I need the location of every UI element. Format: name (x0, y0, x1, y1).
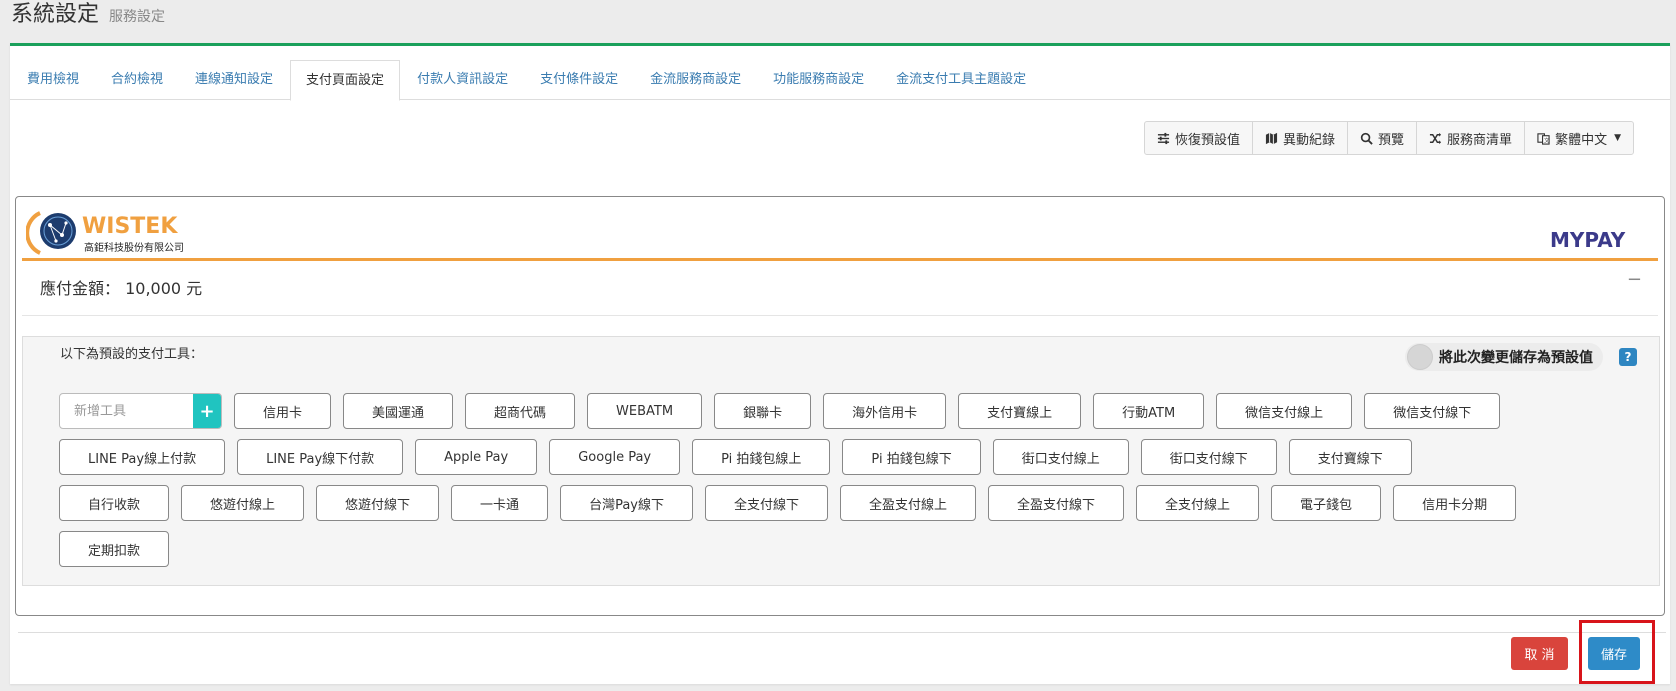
tool-chip[interactable]: 悠遊付線上 (181, 485, 305, 521)
amount-due: 應付金額： 10,000 元 (40, 275, 202, 299)
brand-name: WISTEK (82, 214, 178, 239)
restore-defaults-button[interactable]: 恢復預設值 (1145, 122, 1254, 154)
tool-row: 自行收款 悠遊付線上 悠遊付線下 一卡通 台灣Pay線下 全支付線下 全盈支付線… (59, 485, 1519, 521)
payment-tools-panel: 以下為預設的支付工具： 將此次變更儲存為預設值 ? + 信用卡 美國運通 超商代… (22, 336, 1660, 586)
tool-chip[interactable]: LINE Pay線上付款 (59, 439, 226, 475)
change-history-button[interactable]: 異動紀錄 (1253, 122, 1349, 154)
page-subtitle: 服務設定 (109, 9, 166, 25)
tool-chip[interactable]: 台灣Pay線下 (560, 485, 693, 521)
svg-text:文: 文 (1544, 136, 1550, 144)
tab-contract-view[interactable]: 合約檢視 (96, 60, 178, 100)
tool-chip[interactable]: 美國運通 (343, 393, 454, 429)
tool-chip[interactable]: 全盈支付線下 (988, 485, 1125, 521)
tool-chip[interactable]: 信用卡分期 (1393, 485, 1517, 521)
tool-chip[interactable]: 支付寶線上 (958, 393, 1082, 429)
tab-function-providers[interactable]: 功能服務商設定 (758, 60, 879, 100)
language-label: 繁體中文 (1555, 132, 1608, 148)
tool-chip[interactable]: 一卡通 (451, 485, 549, 521)
action-toolbar: 恢復預設值 異動紀錄 預覽 服務商清單 文 繁體中文 ▼ (1144, 121, 1634, 155)
map-icon (1265, 132, 1278, 144)
tool-chip[interactable]: 自行收款 (59, 485, 170, 521)
collapse-icon[interactable]: − (1627, 269, 1642, 290)
brand-bar: WISTEK 高鉅科技股份有限公司 MYPAY (22, 203, 1658, 261)
add-tool-button[interactable]: + (193, 394, 221, 428)
divider (22, 315, 1658, 316)
settings-panel: 費用檢視 合約檢視 連線通知設定 支付頁面設定 付款人資訊設定 支付條件設定 金… (10, 43, 1670, 684)
tool-chip[interactable]: 海外信用卡 (823, 393, 947, 429)
save-button[interactable]: 儲存 (1588, 637, 1640, 670)
tool-chip[interactable]: 定期扣款 (59, 531, 170, 567)
search-icon (1360, 132, 1373, 145)
mypay-logo: MYPAY (1550, 228, 1626, 252)
tool-chip[interactable]: 信用卡 (234, 393, 332, 429)
amount-label: 應付金額： (40, 279, 121, 298)
tab-notification-settings[interactable]: 連線通知設定 (180, 60, 288, 100)
tab-payment-page-settings[interactable]: 支付頁面設定 (290, 60, 401, 101)
provider-list-button[interactable]: 服務商清單 (1417, 122, 1526, 154)
tool-chip[interactable]: Google Pay (549, 439, 681, 475)
tab-fee-view[interactable]: 費用檢視 (12, 60, 94, 100)
translate-icon: 文 (1537, 132, 1550, 144)
cancel-button[interactable]: 取 消 (1511, 637, 1568, 670)
sliders-icon (1157, 132, 1170, 144)
tool-chip[interactable]: 支付寶線下 (1288, 439, 1412, 475)
shuffle-icon (1429, 132, 1442, 144)
tab-payment-tool-theme[interactable]: 金流支付工具主題設定 (881, 60, 1041, 100)
default-tools-label: 以下為預設的支付工具： (60, 347, 204, 362)
tool-chip[interactable]: 電子錢包 (1271, 485, 1382, 521)
language-dropdown[interactable]: 文 繁體中文 ▼ (1525, 122, 1633, 154)
tool-chip[interactable]: 行動ATM (1093, 393, 1205, 429)
tool-chip[interactable]: 悠遊付線下 (316, 485, 440, 521)
partner-logo-text: MYPAY (1550, 228, 1626, 252)
toggle-knob[interactable] (1407, 344, 1433, 370)
tool-chip[interactable]: 街口支付線下 (1140, 439, 1277, 475)
restore-defaults-label: 恢復預設值 (1175, 132, 1241, 148)
tool-chip[interactable]: LINE Pay線下付款 (237, 439, 404, 475)
tool-chip[interactable]: Pi 拍錢包線下 (842, 439, 981, 475)
preview-label: 預覽 (1378, 132, 1405, 148)
chevron-down-icon: ▼ (1614, 133, 1621, 143)
page-header: 系統設定 服務設定 (11, 0, 165, 34)
toggle-label: 將此次變更儲存為預設值 (1439, 350, 1593, 366)
wistek-logo: WISTEK 高鉅科技股份有限公司 (26, 211, 184, 255)
tool-grid: + 信用卡 美國運通 超商代碼 WEBATM 銀聯卡 海外信用卡 支付寶線上 行… (59, 393, 1519, 577)
tool-chip[interactable]: Pi 拍錢包線上 (692, 439, 831, 475)
tool-chip[interactable]: 銀聯卡 (714, 393, 812, 429)
tab-payer-info-settings[interactable]: 付款人資訊設定 (402, 60, 523, 100)
tool-chip[interactable]: WEBATM (587, 393, 703, 429)
tool-chip[interactable]: 微信支付線上 (1216, 393, 1353, 429)
tool-row: LINE Pay線上付款 LINE Pay線下付款 Apple Pay Goog… (59, 439, 1519, 475)
tool-chip[interactable]: 全支付線下 (704, 485, 828, 521)
tab-bar: 費用檢視 合約檢視 連線通知設定 支付頁面設定 付款人資訊設定 支付條件設定 金… (10, 60, 1670, 101)
tool-chip[interactable]: 全盈支付線上 (840, 485, 977, 521)
add-tool-group: + (59, 393, 222, 429)
tab-payment-providers[interactable]: 金流服務商設定 (635, 60, 756, 100)
tool-chip[interactable]: Apple Pay (415, 439, 538, 475)
payment-page-preview: WISTEK 高鉅科技股份有限公司 MYPAY 應付金額： 10,000 元 −… (15, 196, 1665, 616)
save-as-default-toggle[interactable]: 將此次變更儲存為預設值 (1405, 343, 1603, 371)
tool-chip[interactable]: 全支付線上 (1136, 485, 1260, 521)
tool-chip[interactable]: 微信支付線下 (1364, 393, 1501, 429)
provider-list-label: 服務商清單 (1447, 132, 1513, 148)
new-tool-input[interactable] (60, 394, 193, 428)
preview-button[interactable]: 預覽 (1348, 122, 1418, 154)
tab-payment-conditions[interactable]: 支付條件設定 (525, 60, 633, 100)
page-title: 系統設定 (11, 2, 100, 27)
footer-divider (18, 632, 1666, 633)
change-history-label: 異動紀錄 (1283, 132, 1336, 148)
tool-chip[interactable]: 街口支付線上 (992, 439, 1129, 475)
amount-value: 10,000 元 (125, 279, 203, 298)
help-icon[interactable]: ? (1619, 348, 1637, 366)
tool-row: 定期扣款 (59, 531, 1519, 567)
tool-row: + 信用卡 美國運通 超商代碼 WEBATM 銀聯卡 海外信用卡 支付寶線上 行… (59, 393, 1519, 429)
tool-chip[interactable]: 超商代碼 (465, 393, 576, 429)
brand-company: 高鉅科技股份有限公司 (84, 241, 184, 254)
